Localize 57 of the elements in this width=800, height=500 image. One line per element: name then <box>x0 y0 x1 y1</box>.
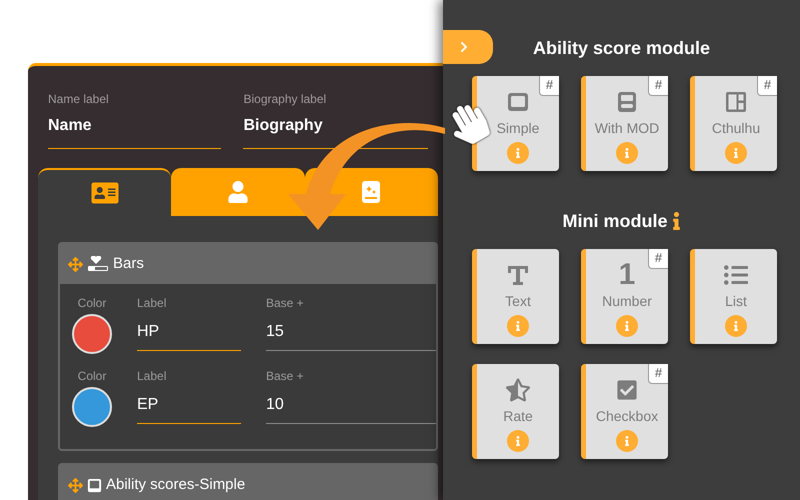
module-label: Rate <box>503 407 533 425</box>
field-value: Biography <box>243 116 324 136</box>
id-card-icon <box>90 181 119 205</box>
book-icon <box>360 180 382 204</box>
module-card[interactable]: # With MOD <box>581 76 668 171</box>
text-field[interactable]: Label HP <box>137 296 241 351</box>
color-swatch[interactable] <box>72 387 112 427</box>
hash-badge: # <box>539 76 559 96</box>
tab[interactable] <box>171 168 305 216</box>
layout-panels-icon <box>724 90 748 114</box>
field-value: Name <box>48 116 93 136</box>
tab[interactable] <box>38 168 172 216</box>
chevron-right-icon <box>459 41 469 53</box>
module-label: Cthulhu <box>712 119 760 137</box>
heart-bar-icon <box>87 256 109 272</box>
move-icon[interactable] <box>68 478 83 492</box>
hash-badge: # <box>648 364 668 384</box>
info-icon[interactable] <box>672 212 680 230</box>
module-card[interactable]: # 1 Number <box>581 249 668 344</box>
text-field[interactable]: Base + 10 <box>266 369 436 424</box>
letter-t-icon <box>506 263 530 287</box>
module-card[interactable]: # Simple <box>472 76 559 171</box>
module-label: Checkbox <box>596 407 658 425</box>
split-box-icon <box>615 90 639 114</box>
text-field[interactable]: Label EP <box>137 369 241 424</box>
star-icon <box>506 378 530 402</box>
group-title: Mini module <box>562 210 668 233</box>
hash-badge: # <box>757 76 777 96</box>
move-icon[interactable] <box>68 256 83 272</box>
color-swatch[interactable] <box>72 314 112 354</box>
hash-badge: # <box>648 76 668 96</box>
text-field[interactable]: Name label Name <box>48 92 222 149</box>
section-title: Ability scores-Simple <box>106 476 246 494</box>
field-label: Biography label <box>243 92 328 106</box>
module-label: Number <box>602 292 652 310</box>
field-label: Name label <box>48 92 110 106</box>
section-header[interactable]: Ability scores-Simple <box>60 465 436 500</box>
group-title: Ability score module <box>532 37 710 60</box>
rectangle-icon <box>87 478 102 492</box>
number-glyph: 1 <box>618 260 636 290</box>
text-field[interactable]: Base + 15 <box>266 296 436 351</box>
color-label: Color <box>78 369 106 383</box>
module-card[interactable]: # Cthulhu <box>690 76 777 171</box>
rectangle-icon <box>506 90 530 114</box>
section-title: Bars <box>113 255 144 273</box>
hash-badge: # <box>648 249 668 269</box>
module-label: Simple <box>496 119 540 137</box>
collapse-panel-button[interactable] <box>443 30 493 64</box>
section-header[interactable]: Bars <box>60 244 436 284</box>
module-label: Text <box>505 292 531 310</box>
module-label: With MOD <box>594 119 660 137</box>
module-label: List <box>725 292 747 310</box>
user-icon <box>226 181 249 203</box>
module-card[interactable]: # Checkbox <box>581 364 668 459</box>
list-icon <box>724 263 748 287</box>
checkbox-icon <box>616 379 638 401</box>
color-label: Color <box>78 296 106 310</box>
